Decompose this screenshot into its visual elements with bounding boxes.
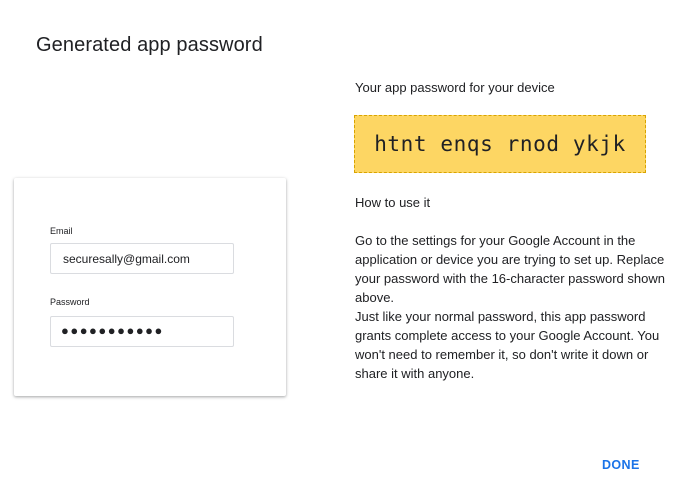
dialog-title: Generated app password [36, 34, 263, 56]
done-button[interactable]: DONE [602, 450, 674, 480]
app-password-dialog: Generated app password Email securesally… [0, 0, 684, 491]
email-label: Email [50, 226, 73, 236]
app-password-box[interactable]: htnt enqs rnod ykjk [354, 115, 646, 173]
email-field-illustration: securesally@gmail.com [50, 243, 234, 274]
instructions-paragraph-2: Just like your normal password, this app… [355, 309, 660, 381]
app-password-subtitle: Your app password for your device [355, 80, 555, 95]
instructions-text: Go to the settings for your Google Accou… [355, 231, 673, 383]
how-to-use-title: How to use it [355, 195, 431, 210]
password-dots: ●●●●●●●●●●● [61, 323, 164, 338]
email-value: securesally@gmail.com [63, 252, 190, 266]
instructions-paragraph-1: Go to the settings for your Google Accou… [355, 233, 665, 305]
password-label: Password [50, 297, 90, 307]
app-password-text[interactable]: htnt enqs rnod ykjk [374, 132, 626, 156]
sign-in-illustration: Email securesally@gmail.com Password ●●●… [14, 178, 286, 396]
password-field-illustration: ●●●●●●●●●●● [50, 316, 234, 347]
